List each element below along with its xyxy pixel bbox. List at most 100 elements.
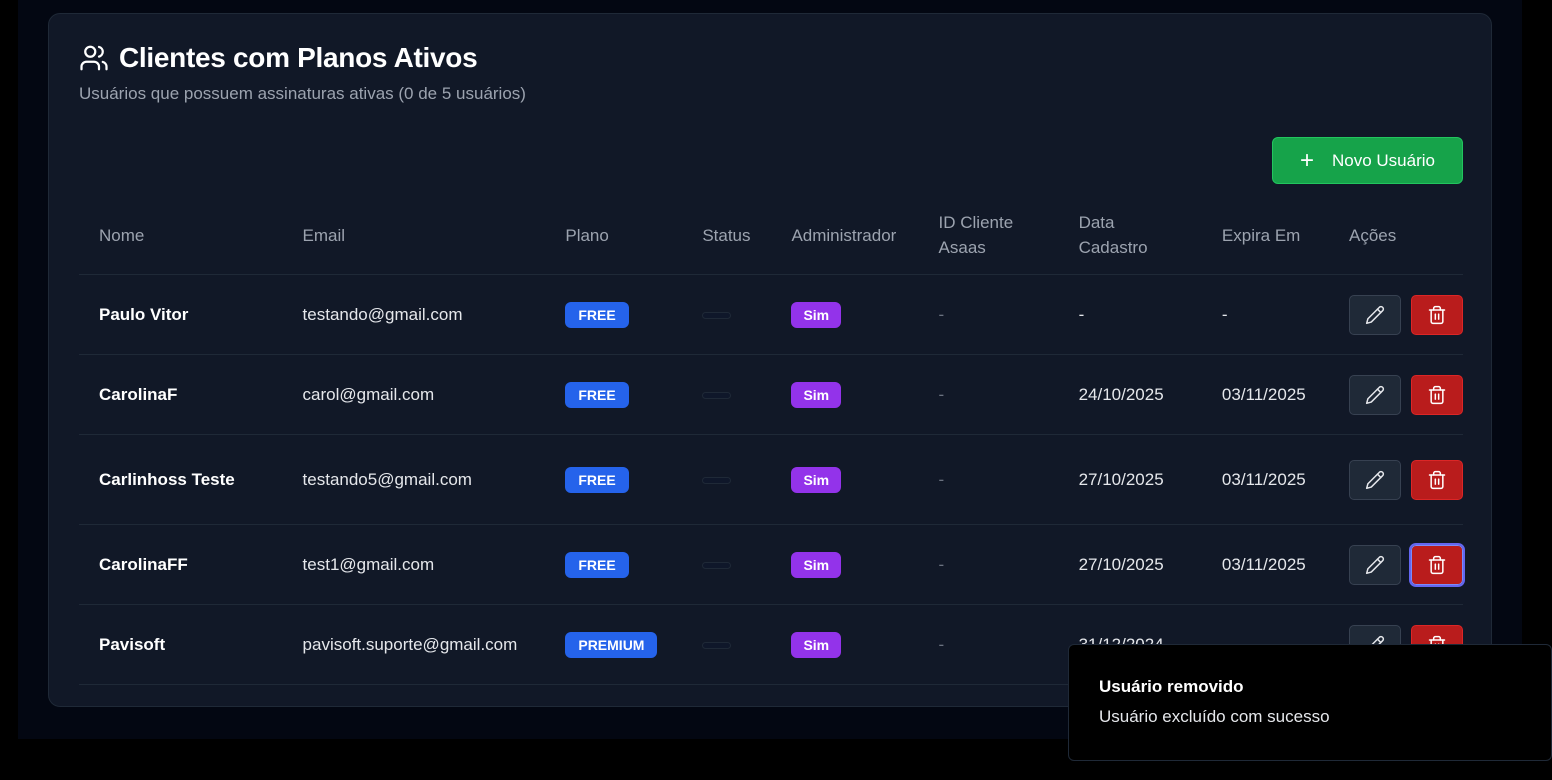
expires-date: 03/11/2025 — [1221, 434, 1349, 525]
table-row: Paulo Vitor testando@gmail.com FREE Sim … — [79, 274, 1463, 355]
admin-cell: Sim — [791, 604, 939, 685]
user-name: Paulo Vitor — [79, 274, 303, 355]
status-badge — [702, 562, 732, 570]
asaas-id: - — [938, 434, 1079, 525]
status-badge — [702, 642, 732, 650]
table-row: CarolinaF carol@gmail.com FREE Sim - 24/… — [79, 354, 1463, 435]
edit-button[interactable] — [1349, 459, 1401, 500]
users-icon — [79, 43, 109, 73]
user-name: CarolinaF — [79, 354, 303, 435]
expires-date: 03/11/2025 — [1221, 354, 1349, 435]
admin-badge: Sim — [791, 381, 842, 408]
pencil-icon — [1365, 555, 1385, 574]
plus-icon: + — [1299, 146, 1314, 174]
user-email: pavisoft.suporte@gmail.com — [302, 604, 566, 685]
actions-cell — [1349, 434, 1463, 525]
user-email: testando@gmail.com — [302, 274, 566, 355]
column-header-asaas-id-line1: ID Cliente — [938, 213, 1014, 232]
asaas-id: - — [938, 354, 1079, 435]
status-cell — [702, 524, 792, 605]
asaas-id: - — [938, 274, 1079, 355]
admin-badge: Sim — [791, 631, 842, 658]
new-user-button-label: Novo Usuário — [1332, 150, 1435, 170]
user-name: Pavisoft — [79, 604, 303, 685]
column-header-plan[interactable]: Plano — [565, 204, 703, 275]
column-header-status[interactable]: Status — [702, 204, 792, 275]
toast-notification[interactable]: Usuário removido Usuário excluído com su… — [1068, 644, 1552, 761]
trash-icon — [1428, 305, 1446, 324]
actions-cell — [1349, 274, 1463, 355]
plan-badge: FREE — [565, 551, 629, 578]
column-header-expires[interactable]: Expira Em — [1221, 204, 1349, 275]
pencil-icon — [1365, 470, 1385, 489]
plan-badge: PREMIUM — [565, 631, 658, 658]
status-cell — [702, 604, 792, 685]
plan-badge: FREE — [565, 466, 629, 493]
plan-cell: PREMIUM — [565, 604, 703, 685]
status-cell — [702, 354, 792, 435]
table-row: Carlinhoss Teste testando5@gmail.com FRE… — [79, 434, 1463, 525]
actions-cell — [1349, 524, 1465, 605]
created-date: 27/10/2025 — [1078, 524, 1222, 605]
admin-cell: Sim — [791, 274, 939, 355]
edit-button[interactable] — [1349, 374, 1401, 415]
status-badge — [702, 312, 732, 320]
table-header-row: Nome Email Plano Status Administrador ID… — [79, 204, 1463, 275]
created-date: - — [1078, 274, 1222, 355]
delete-button[interactable] — [1411, 459, 1463, 500]
asaas-id: - — [938, 524, 1079, 605]
user-email: testando5@gmail.com — [302, 434, 566, 525]
pencil-icon — [1365, 305, 1385, 324]
admin-badge: Sim — [791, 301, 842, 328]
edit-button[interactable] — [1349, 544, 1401, 585]
edit-button[interactable] — [1349, 294, 1401, 335]
admin-cell: Sim — [791, 354, 939, 435]
column-header-name[interactable]: Nome — [79, 204, 303, 275]
status-cell — [702, 434, 792, 525]
user-email: carol@gmail.com — [302, 354, 566, 435]
admin-badge: Sim — [791, 551, 842, 578]
column-header-created-line1: Data — [1078, 213, 1115, 232]
delete-button[interactable] — [1411, 374, 1463, 415]
column-header-actions: Ações — [1349, 204, 1463, 275]
status-badge — [702, 392, 732, 400]
status-badge — [702, 477, 732, 485]
column-header-asaas-id[interactable]: ID Cliente Asaas — [938, 204, 1079, 275]
toast-description: Usuário excluído com sucesso — [1099, 707, 1330, 726]
asaas-id: - — [938, 604, 1079, 685]
plan-cell: FREE — [565, 434, 703, 525]
admin-cell: Sim — [791, 434, 939, 525]
trash-icon — [1428, 555, 1446, 574]
delete-button[interactable] — [1411, 294, 1463, 335]
expires-date: 03/11/2025 — [1221, 524, 1349, 605]
column-header-created-line2: Cadastro — [1078, 238, 1148, 257]
page-subtitle: Usuários que possuem assinaturas ativas … — [79, 84, 526, 103]
column-header-asaas-id-line2: Asaas — [938, 238, 986, 257]
column-header-admin[interactable]: Administrador — [791, 204, 939, 275]
column-header-email[interactable]: Email — [302, 204, 566, 275]
user-email: test1@gmail.com — [302, 524, 566, 605]
table-row: CarolinaFF test1@gmail.com FREE Sim - 27… — [79, 524, 1465, 605]
pencil-icon — [1365, 385, 1385, 404]
user-name: CarolinaFF — [79, 524, 303, 605]
delete-button[interactable] — [1409, 542, 1465, 587]
actions-cell — [1349, 354, 1463, 435]
trash-icon — [1428, 385, 1446, 404]
user-name: Carlinhoss Teste — [79, 434, 303, 525]
plan-badge: FREE — [565, 381, 629, 408]
toast-title: Usuário removido — [1099, 677, 1244, 696]
plan-cell: FREE — [565, 524, 703, 605]
new-user-button[interactable]: + Novo Usuário — [1272, 137, 1463, 184]
created-date: 27/10/2025 — [1078, 434, 1222, 525]
active-clients-card: Clientes com Planos Ativos Usuários que … — [48, 13, 1492, 707]
created-date: 24/10/2025 — [1078, 354, 1222, 435]
clients-table: Nome Email Plano Status Administrador ID… — [79, 204, 1465, 685]
column-header-created[interactable]: Data Cadastro — [1078, 204, 1222, 275]
card-header: Clientes com Planos Ativos Usuários que … — [79, 42, 526, 104]
page-title: Clientes com Planos Ativos — [119, 42, 478, 73]
admin-cell: Sim — [791, 524, 939, 605]
expires-date: - — [1221, 274, 1349, 355]
trash-icon — [1428, 470, 1446, 489]
plan-cell: FREE — [565, 274, 703, 355]
plan-cell: FREE — [565, 354, 703, 435]
